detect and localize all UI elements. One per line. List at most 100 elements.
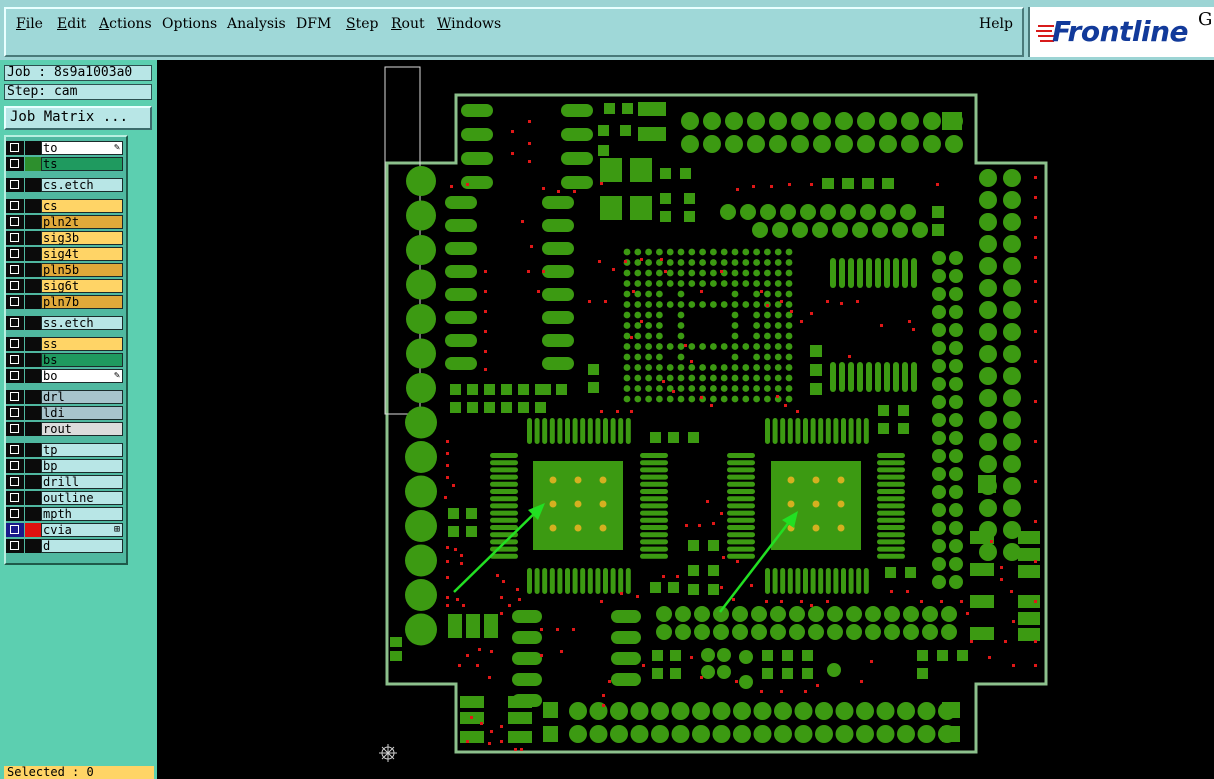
layer-checkbox[interactable] [6, 539, 24, 553]
layer-color-swatch[interactable] [25, 443, 41, 457]
layer-row-ss-etch[interactable]: ss.etch [6, 316, 124, 330]
layer-name[interactable]: sig6t [41, 279, 123, 293]
layer-checkbox[interactable] [6, 279, 24, 293]
layer-checkbox[interactable] [6, 316, 24, 330]
layer-row-cs-etch[interactable]: cs.etch [6, 178, 124, 192]
layer-color-swatch[interactable] [25, 337, 41, 351]
layer-color-swatch[interactable] [25, 316, 41, 330]
layer-color-swatch[interactable] [25, 199, 41, 213]
layer-color-swatch[interactable] [25, 231, 41, 245]
menu-analysis[interactable]: Analysis [227, 16, 286, 32]
layer-row-bp[interactable]: bp [6, 459, 124, 473]
layer-checkbox[interactable] [6, 443, 24, 457]
layer-row-ts[interactable]: ts [6, 157, 124, 171]
layer-checkbox[interactable] [6, 231, 24, 245]
layer-name[interactable]: sig3b [41, 231, 123, 245]
layer-checkbox[interactable] [6, 353, 24, 367]
layer-row-d[interactable]: d [6, 539, 124, 553]
layer-row-sig3b[interactable]: sig3b [6, 231, 124, 245]
layer-checkbox[interactable] [6, 337, 24, 351]
pcb-view[interactable] [157, 60, 1214, 779]
job-matrix-button[interactable]: Job Matrix ... [4, 106, 152, 130]
layer-name[interactable]: pln2t [41, 215, 123, 229]
layer-color-swatch[interactable] [25, 390, 41, 404]
layer-name[interactable]: cvia ⊞ [41, 523, 123, 537]
layer-color-swatch[interactable] [25, 279, 41, 293]
layer-checkbox[interactable] [6, 157, 24, 171]
layer-name[interactable]: drl [41, 390, 123, 404]
layer-row-mpth[interactable]: mpth [6, 507, 124, 521]
layer-row-sig6t[interactable]: sig6t [6, 279, 124, 293]
layer-checkbox[interactable] [6, 523, 24, 537]
layer-name[interactable]: cs.etch [41, 178, 123, 192]
layer-color-swatch[interactable] [25, 491, 41, 505]
layer-checkbox[interactable] [6, 178, 24, 192]
layer-row-ldi[interactable]: ldi [6, 406, 124, 420]
layer-name[interactable]: d [41, 539, 123, 553]
layer-row-outline[interactable]: outline [6, 491, 124, 505]
layer-row-drl[interactable]: drl [6, 390, 124, 404]
layer-color-swatch[interactable] [25, 475, 41, 489]
layer-row-to[interactable]: to ✎ [6, 141, 124, 155]
layer-name[interactable]: pln5b [41, 263, 123, 277]
layer-row-ss[interactable]: ss [6, 337, 124, 351]
layer-checkbox[interactable] [6, 475, 24, 489]
layer-row-tp[interactable]: tp [6, 443, 124, 457]
layer-row-cs[interactable]: cs [6, 199, 124, 213]
menu-options[interactable]: Options [162, 16, 217, 32]
layer-checkbox[interactable] [6, 390, 24, 404]
layer-name[interactable]: bs [41, 353, 123, 367]
layer-checkbox[interactable] [6, 369, 24, 383]
layer-name[interactable]: mpth [41, 507, 123, 521]
graphics-canvas[interactable] [157, 60, 1214, 779]
menu-dfm[interactable]: DFM [296, 16, 331, 32]
layer-row-sig4t[interactable]: sig4t [6, 247, 124, 261]
layer-color-swatch[interactable] [25, 141, 41, 155]
layer-row-bs[interactable]: bs [6, 353, 124, 367]
layer-color-swatch[interactable] [25, 422, 41, 436]
layer-name[interactable]: drill [41, 475, 123, 489]
layer-color-swatch[interactable] [25, 369, 41, 383]
layer-checkbox[interactable] [6, 199, 24, 213]
layer-name[interactable]: rout [41, 422, 123, 436]
layer-checkbox[interactable] [6, 491, 24, 505]
layer-checkbox[interactable] [6, 422, 24, 436]
layer-row-pln7b[interactable]: pln7b [6, 295, 124, 309]
menu-edit[interactable]: Edit [57, 16, 86, 32]
layer-checkbox[interactable] [6, 263, 24, 277]
layer-color-swatch[interactable] [25, 523, 41, 537]
layer-checkbox[interactable] [6, 141, 24, 155]
layers-scrollbar[interactable] [128, 135, 153, 565]
layer-row-cvia[interactable]: cvia ⊞ [6, 523, 124, 537]
layer-color-swatch[interactable] [25, 178, 41, 192]
layer-color-swatch[interactable] [25, 247, 41, 261]
layer-name[interactable]: outline [41, 491, 123, 505]
menu-file[interactable]: File [16, 16, 43, 32]
layer-row-bo[interactable]: bo ✎ [6, 369, 124, 383]
layer-name[interactable]: tp [41, 443, 123, 457]
layer-color-swatch[interactable] [25, 539, 41, 553]
layer-color-swatch[interactable] [25, 459, 41, 473]
layer-color-swatch[interactable] [25, 507, 41, 521]
layer-name[interactable]: ss.etch [41, 316, 123, 330]
layer-checkbox[interactable] [6, 247, 24, 261]
layer-name[interactable]: ss [41, 337, 123, 351]
layer-color-swatch[interactable] [25, 157, 41, 171]
layer-row-rout[interactable]: rout [6, 422, 124, 436]
menu-help[interactable]: Help [979, 16, 1013, 32]
layer-color-swatch[interactable] [25, 353, 41, 367]
layer-color-swatch[interactable] [25, 406, 41, 420]
layer-checkbox[interactable] [6, 459, 24, 473]
menu-rout[interactable]: Rout [391, 16, 425, 32]
layer-name[interactable]: cs [41, 199, 123, 213]
layer-name[interactable]: to ✎ [41, 141, 123, 155]
layer-checkbox[interactable] [6, 507, 24, 521]
layer-checkbox[interactable] [6, 215, 24, 229]
menu-actions[interactable]: Actions [99, 16, 152, 32]
layer-color-swatch[interactable] [25, 295, 41, 309]
layer-checkbox[interactable] [6, 295, 24, 309]
layer-checkbox[interactable] [6, 406, 24, 420]
menu-step[interactable]: Step [346, 16, 378, 32]
layer-row-pln5b[interactable]: pln5b [6, 263, 124, 277]
menu-windows[interactable]: Windows [437, 16, 501, 32]
